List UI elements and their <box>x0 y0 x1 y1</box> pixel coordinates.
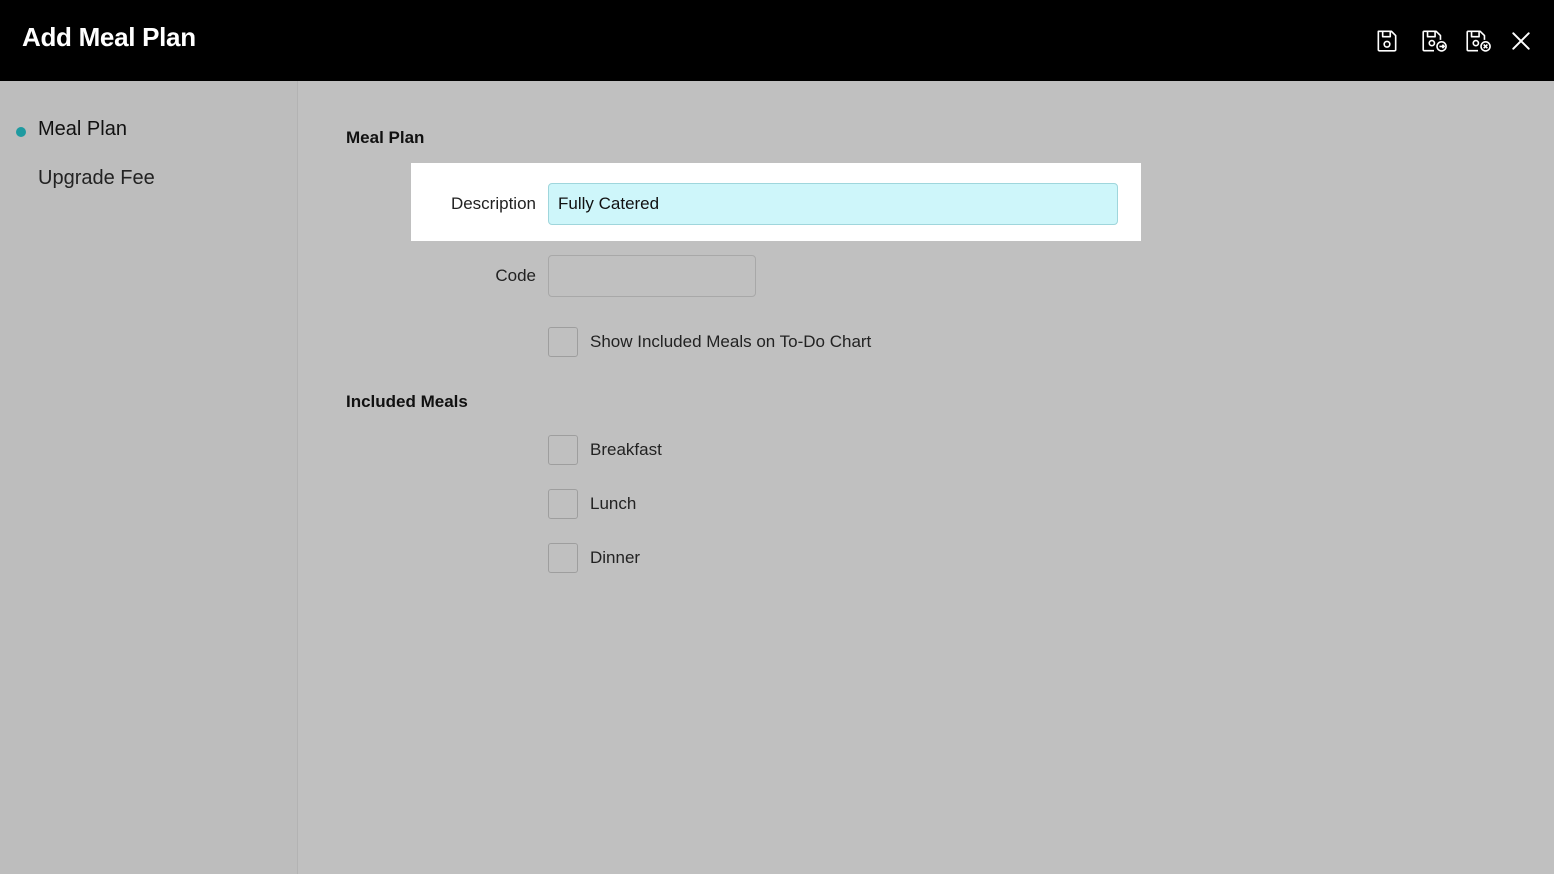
close-icon <box>1512 32 1530 50</box>
sidebar-item-meal-plan[interactable]: Meal Plan <box>16 118 127 141</box>
sidebar: Meal Plan Upgrade Fee <box>0 81 298 874</box>
code-label: Code <box>495 266 536 285</box>
active-indicator-dot <box>16 127 26 137</box>
show-on-todo-label[interactable]: Show Included Meals on To-Do Chart <box>590 332 871 352</box>
sidebar-item-label: Meal Plan <box>38 118 127 140</box>
section-title-included-meals: Included Meals <box>346 392 468 411</box>
save-and-close-icon <box>1466 30 1491 52</box>
close-button[interactable] <box>1507 27 1535 55</box>
save-and-new-icon <box>1422 30 1447 52</box>
save-button[interactable] <box>1373 27 1401 55</box>
save-and-close-button[interactable] <box>1464 27 1492 55</box>
lunch-checkbox[interactable] <box>548 489 578 519</box>
dinner-label[interactable]: Dinner <box>590 548 640 568</box>
show-on-todo-checkbox[interactable] <box>548 327 578 357</box>
save-and-new-button[interactable] <box>1420 27 1448 55</box>
add-meal-plan-window: Add Meal Plan Meal Plan Upgrade Fee Meal… <box>0 0 1554 874</box>
description-input[interactable] <box>548 183 1118 225</box>
page-title: Add Meal Plan <box>22 22 196 52</box>
description-label: Description <box>450 194 536 213</box>
header-bar: Add Meal Plan <box>0 0 1554 81</box>
breakfast-checkbox[interactable] <box>548 435 578 465</box>
section-title-meal-plan: Meal Plan <box>346 128 425 147</box>
dinner-checkbox[interactable] <box>548 543 578 573</box>
code-input[interactable] <box>548 255 756 297</box>
sidebar-item-label: Upgrade Fee <box>38 167 155 189</box>
lunch-label[interactable]: Lunch <box>590 494 636 514</box>
breakfast-label[interactable]: Breakfast <box>590 440 662 460</box>
sidebar-item-upgrade-fee[interactable]: Upgrade Fee <box>38 167 155 190</box>
save-icon <box>1377 30 1397 52</box>
